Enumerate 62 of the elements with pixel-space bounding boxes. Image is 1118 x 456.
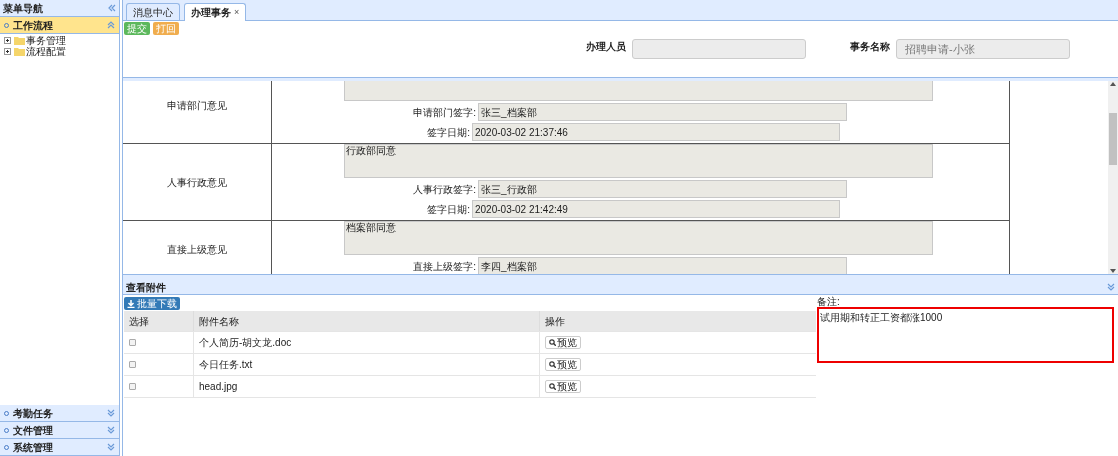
expand-icon bbox=[107, 426, 115, 434]
accordion-title: 系统管理 bbox=[13, 440, 53, 455]
accordion-title: 文件管理 bbox=[13, 423, 53, 438]
column-header: 附件名称 bbox=[193, 311, 539, 331]
accordion-header[interactable]: 工作流程 bbox=[0, 17, 119, 34]
download-button[interactable]: 批量下载 bbox=[124, 297, 180, 310]
checkbox[interactable] bbox=[129, 383, 136, 390]
collapse-icon bbox=[107, 21, 115, 29]
field-label: 人事行政签字: bbox=[413, 182, 476, 197]
file-name: 今日任务.txt bbox=[199, 359, 253, 370]
download-icon bbox=[127, 299, 135, 308]
expand-icon[interactable] bbox=[4, 48, 11, 55]
field-label: 签字日期: bbox=[427, 202, 470, 217]
collapse-icon[interactable] bbox=[108, 4, 116, 12]
tab[interactable]: 办理事务 × bbox=[184, 3, 247, 21]
folder-icon bbox=[14, 36, 25, 45]
search-icon bbox=[549, 339, 556, 346]
checkbox[interactable] bbox=[129, 361, 136, 368]
expand-icon[interactable] bbox=[4, 37, 11, 44]
folder-icon bbox=[14, 47, 25, 56]
expand-icon bbox=[107, 409, 115, 417]
sidebar-title: 菜单导航 bbox=[3, 1, 43, 16]
preview-button[interactable]: 预览 bbox=[545, 336, 581, 349]
accordion-title: 工作流程 bbox=[13, 18, 53, 33]
accordion-header[interactable]: 系统管理 bbox=[0, 439, 119, 456]
input-field[interactable]: 招聘申请-小张 bbox=[896, 39, 1070, 59]
accordion-header[interactable]: 考勤任务 bbox=[0, 405, 119, 422]
scrollbar[interactable] bbox=[1108, 81, 1118, 274]
file-name: 个人简历-胡文龙.doc bbox=[199, 337, 292, 348]
column-header: 选择 bbox=[128, 314, 150, 329]
field-label: 备注: bbox=[817, 297, 841, 307]
file-name: head.jpg bbox=[199, 381, 238, 392]
expand-icon bbox=[107, 443, 115, 451]
close-icon[interactable]: × bbox=[234, 5, 240, 20]
remarks-field[interactable]: 试用期和转正工资都涨1000 bbox=[817, 307, 1114, 363]
field-label: 事务名称 bbox=[850, 40, 890, 54]
search-icon bbox=[549, 361, 556, 368]
input-field[interactable]: 2020-03-02 21:42:49 bbox=[472, 200, 840, 218]
input-field[interactable] bbox=[632, 39, 806, 59]
panel-title: 查看附件 bbox=[126, 280, 166, 295]
field-label: 直接上级签字: bbox=[413, 259, 476, 274]
tab[interactable]: 消息中心 bbox=[126, 3, 180, 20]
accordion-header[interactable]: 文件管理 bbox=[0, 422, 119, 439]
field-label: 签字日期: bbox=[427, 125, 470, 140]
accordion-title: 考勤任务 bbox=[13, 406, 53, 421]
input-field[interactable]: 2020-03-02 21:37:46 bbox=[472, 123, 840, 141]
field-label: 办理人员 bbox=[586, 40, 626, 54]
checkbox[interactable] bbox=[129, 339, 136, 346]
row-label: 人事行政意见 bbox=[167, 175, 227, 190]
scrollbar-thumb[interactable] bbox=[1109, 113, 1117, 165]
row-label: 申请部门意见 bbox=[167, 98, 227, 113]
input-field[interactable]: 李四_档案部 bbox=[478, 257, 847, 274]
field-label: 申请部门签字: bbox=[413, 105, 476, 120]
preview-button[interactable]: 预览 bbox=[545, 380, 581, 393]
row-label: 直接上级意见 bbox=[167, 242, 227, 257]
input-field[interactable]: 张三_档案部 bbox=[478, 103, 847, 121]
input-field[interactable]: 张三_行政部 bbox=[478, 180, 847, 198]
preview-button[interactable]: 预览 bbox=[545, 358, 581, 371]
column-header: 操作 bbox=[539, 311, 816, 331]
comment-box[interactable]: 行政部同意 bbox=[344, 144, 933, 178]
comment-box[interactable]: 档案部同意 bbox=[344, 221, 933, 255]
search-icon bbox=[549, 383, 556, 390]
